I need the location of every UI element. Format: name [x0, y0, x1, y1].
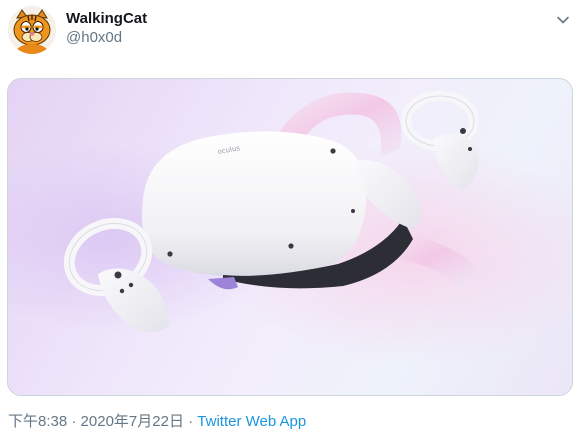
tweet-source-link[interactable]: Twitter Web App — [197, 413, 306, 430]
tweet-date[interactable]: 2020年7月22日 — [81, 413, 184, 430]
vr-headset-image-icon: oculus — [8, 79, 572, 395]
author-handle[interactable]: @h0x0d — [66, 28, 122, 48]
tweet-card: WalkingCat @h0x0d oculus 下午8:38 · 2020年7… — [0, 0, 581, 442]
meta-separator: · — [67, 413, 81, 430]
tweet-time[interactable]: 下午8:38 — [8, 413, 67, 430]
author-display-name[interactable]: WalkingCat — [66, 9, 147, 29]
tweet-media-image[interactable]: oculus — [7, 78, 573, 396]
tweet-metadata: 下午8:38 · 2020年7月22日 · Twitter Web App — [8, 412, 306, 432]
chevron-down-icon[interactable] — [553, 10, 573, 30]
avatar[interactable] — [8, 6, 56, 54]
garfield-avatar-icon — [8, 6, 56, 54]
meta-separator: · — [183, 413, 198, 430]
